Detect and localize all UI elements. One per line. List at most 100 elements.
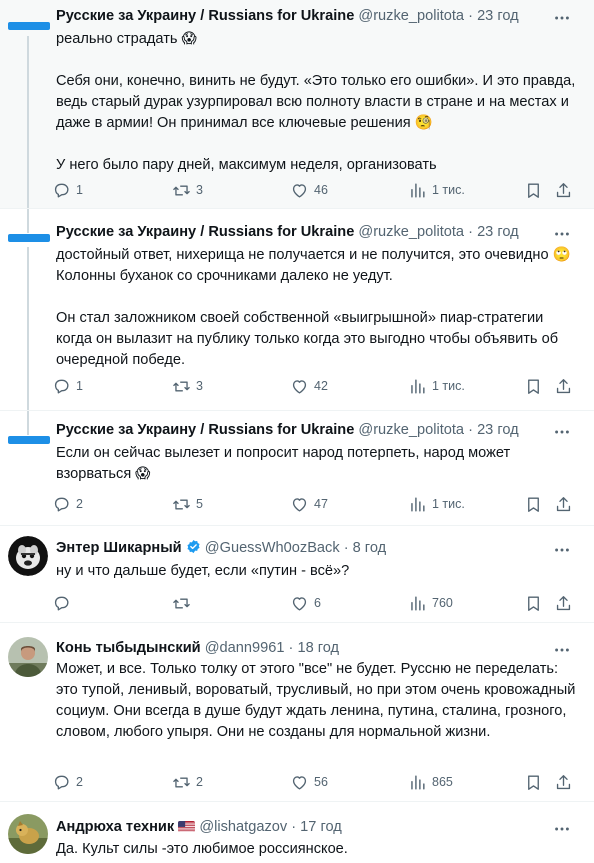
author-handle[interactable]: @ruzke_politota — [358, 8, 464, 24]
views-button[interactable]: 760 — [408, 593, 453, 613]
more-icon[interactable] — [552, 224, 572, 244]
reply-button[interactable]: 2 — [52, 772, 83, 792]
tweet-5[interactable]: Конь тыбыдынский @dann9961 · 18 год Може… — [0, 623, 594, 801]
views-button[interactable]: 1 тис. — [408, 180, 465, 200]
bookmark-button[interactable] — [524, 180, 543, 200]
tweet-text: Может, и все. Только толку от этого "все… — [56, 661, 576, 740]
separator-dot: · — [288, 640, 294, 656]
author-handle[interactable]: @GuessWh0ozBack — [205, 540, 340, 556]
more-icon[interactable] — [552, 422, 572, 442]
reply-button[interactable]: 2 — [52, 494, 83, 514]
heart-icon — [292, 596, 307, 611]
tweet-header: Русские за Украину / Russians for Ukrain… — [56, 5, 534, 27]
bookmark-button[interactable] — [524, 376, 543, 396]
reply-icon — [54, 596, 69, 611]
bookmark-icon — [528, 182, 539, 198]
bookmark-button[interactable] — [524, 494, 543, 514]
retweet-count: 3 — [196, 183, 203, 197]
bookmark-button[interactable] — [524, 593, 543, 613]
avatar[interactable] — [8, 436, 50, 444]
tweet-4[interactable]: Энтер Шикарный @GuessWh0ozBack · 8 год н… — [0, 526, 594, 622]
like-button[interactable]: 47 — [290, 494, 328, 514]
like-button[interactable]: 56 — [290, 772, 328, 792]
retweet-button[interactable]: 5 — [172, 494, 203, 514]
share-icon — [556, 378, 571, 393]
author-handle[interactable]: @dann9961 — [205, 640, 285, 656]
share-button[interactable] — [554, 376, 573, 396]
tweet-text: Если он сейчас вылезет и попросит народ … — [56, 445, 511, 482]
author-name[interactable]: Русские за Украину / Russians for Ukrain… — [56, 224, 354, 240]
more-icon[interactable] — [552, 819, 572, 839]
tweet-1[interactable]: Русские за Украину / Russians for Ukrain… — [0, 0, 594, 208]
tweet-header: Русские за Украину / Russians for Ukrain… — [56, 419, 534, 441]
tweet-text: ну и что дальше будет, если «путин - всё… — [56, 563, 350, 579]
tweet-text: достойный ответ, нихерища не получается … — [56, 247, 571, 368]
more-icon[interactable] — [552, 640, 572, 660]
views-count: 760 — [432, 596, 453, 610]
views-button[interactable]: 1 тис. — [408, 376, 465, 396]
reply-icon — [54, 183, 69, 198]
share-icon — [556, 774, 571, 789]
bookmark-icon — [528, 595, 539, 611]
avatar[interactable] — [8, 814, 48, 854]
avatar[interactable] — [8, 234, 50, 242]
retweet-button[interactable]: 2 — [172, 772, 203, 792]
timestamp[interactable]: 8 год — [353, 540, 386, 556]
avatar[interactable] — [8, 637, 48, 677]
author-handle[interactable]: @lishatgazov — [199, 819, 287, 835]
retweet-count: 2 — [196, 775, 203, 789]
timestamp[interactable]: 17 год — [300, 819, 342, 835]
share-button[interactable] — [554, 180, 573, 200]
author-name[interactable]: Русские за Украину / Russians for Ukrain… — [56, 422, 354, 438]
timestamp[interactable]: 23 год — [477, 224, 519, 240]
like-count: 47 — [314, 497, 328, 511]
bookmark-icon — [528, 378, 539, 394]
retweet-icon — [173, 597, 190, 609]
retweet-button[interactable] — [172, 593, 196, 613]
reply-count: 2 — [76, 497, 83, 511]
timestamp[interactable]: 18 год — [297, 640, 339, 656]
bookmark-button[interactable] — [524, 772, 543, 792]
avatar[interactable] — [8, 22, 50, 30]
reply-button[interactable] — [52, 593, 76, 613]
author-name[interactable]: Андрюха техник — [56, 819, 174, 835]
more-icon[interactable] — [552, 540, 572, 560]
tweet-header: Русские за Украину / Russians for Ukrain… — [56, 221, 534, 243]
retweet-button[interactable]: 3 — [172, 376, 203, 396]
reply-button[interactable]: 1 — [52, 180, 83, 200]
action-bar: 2 5 47 1 тис. — [52, 494, 580, 514]
share-button[interactable] — [554, 494, 573, 514]
views-icon — [411, 496, 425, 512]
like-button[interactable]: 6 — [290, 593, 321, 613]
retweet-button[interactable]: 3 — [172, 180, 203, 200]
views-count: 865 — [432, 775, 453, 789]
retweet-icon — [173, 776, 190, 788]
views-count: 1 тис. — [432, 497, 465, 511]
author-handle[interactable]: @ruzke_politota — [358, 224, 464, 240]
author-name[interactable]: Энтер Шикарный — [56, 540, 182, 556]
reply-button[interactable]: 1 — [52, 376, 83, 396]
retweet-icon — [173, 498, 190, 510]
like-button[interactable]: 46 — [290, 180, 328, 200]
timestamp[interactable]: 23 год — [477, 8, 519, 24]
views-button[interactable]: 1 тис. — [408, 494, 465, 514]
tweet-2[interactable]: Русские за Украину / Russians for Ukrain… — [0, 209, 594, 410]
views-icon — [411, 774, 425, 790]
avatar[interactable] — [8, 536, 48, 576]
more-icon[interactable] — [552, 8, 572, 28]
share-button[interactable] — [554, 772, 573, 792]
timestamp[interactable]: 23 год — [477, 422, 519, 438]
like-count: 46 — [314, 183, 328, 197]
views-count: 1 тис. — [432, 379, 465, 393]
author-name[interactable]: Конь тыбыдынский — [56, 640, 201, 656]
retweet-count: 5 — [196, 497, 203, 511]
like-button[interactable]: 42 — [290, 376, 328, 396]
author-handle[interactable]: @ruzke_politota — [358, 422, 464, 438]
separator-dot: · — [468, 224, 473, 240]
share-button[interactable] — [554, 593, 573, 613]
tweet-6[interactable]: Андрюха техник @lishatgazov · 17 год Да.… — [0, 802, 594, 863]
thread-line — [27, 411, 29, 435]
views-button[interactable]: 865 — [408, 772, 453, 792]
tweet-3[interactable]: Русские за Украину / Russians for Ukrain… — [0, 411, 594, 525]
author-name[interactable]: Русские за Украину / Russians for Ukrain… — [56, 8, 354, 24]
